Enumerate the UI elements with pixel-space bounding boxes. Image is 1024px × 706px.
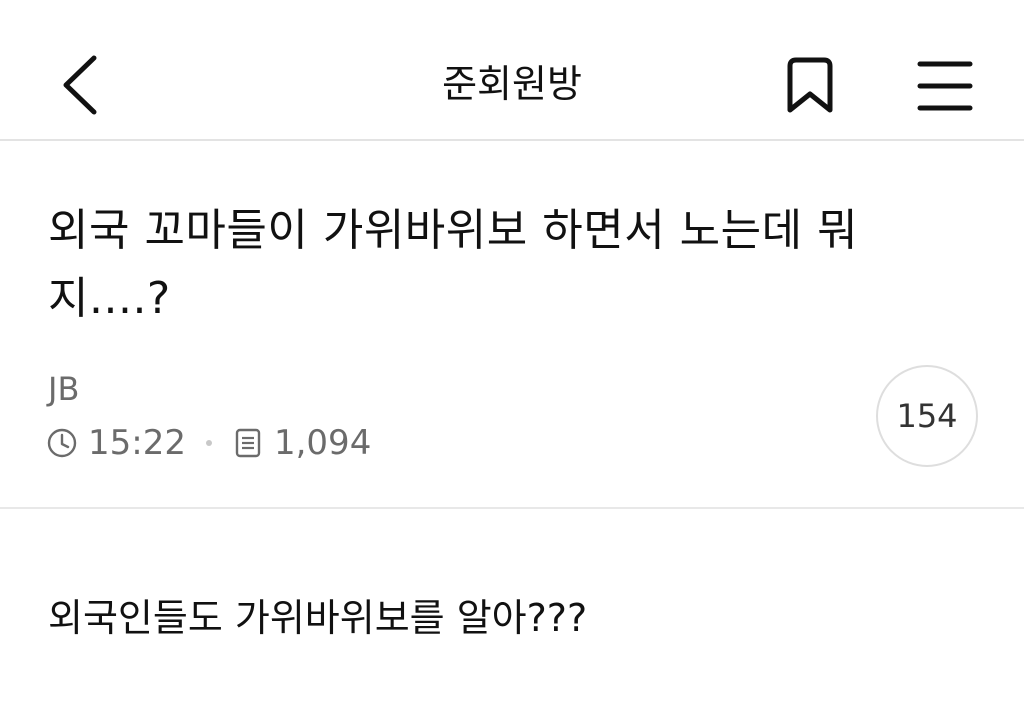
- document-icon: [232, 427, 264, 459]
- post-title: 외국 꼬마들이 가위바위보 하면서 노는데 뭐 지....?: [48, 205, 859, 324]
- comment-count-button[interactable]: 154: [876, 365, 978, 467]
- post-header: 외국 꼬마들이 가위바위보 하면서 노는데 뭐 지....? JB 15:22: [0, 141, 1024, 509]
- comment-count-label: 154: [896, 397, 958, 435]
- post-views: 1,094: [273, 423, 372, 463]
- clock-icon: [46, 427, 78, 459]
- board-title: 준회원방: [442, 62, 582, 106]
- post-meta: 15:22 1,094: [46, 421, 371, 465]
- hamburger-menu-icon: [917, 61, 973, 111]
- post-author[interactable]: JB: [48, 369, 79, 409]
- bookmark-button[interactable]: [778, 52, 842, 122]
- meta-separator: [205, 440, 212, 446]
- top-nav-bar: 준회원방: [0, 0, 1024, 141]
- post-page: 준회원방 외국 꼬마들이 가위바위보 하면서 노는데 뭐 지....? JB 1…: [0, 0, 1024, 706]
- post-body: 외국인들도 가위바위보를 알아???: [48, 596, 588, 640]
- post-time: 15:22: [88, 423, 186, 463]
- bookmark-icon: [787, 57, 833, 113]
- menu-button[interactable]: [912, 55, 976, 117]
